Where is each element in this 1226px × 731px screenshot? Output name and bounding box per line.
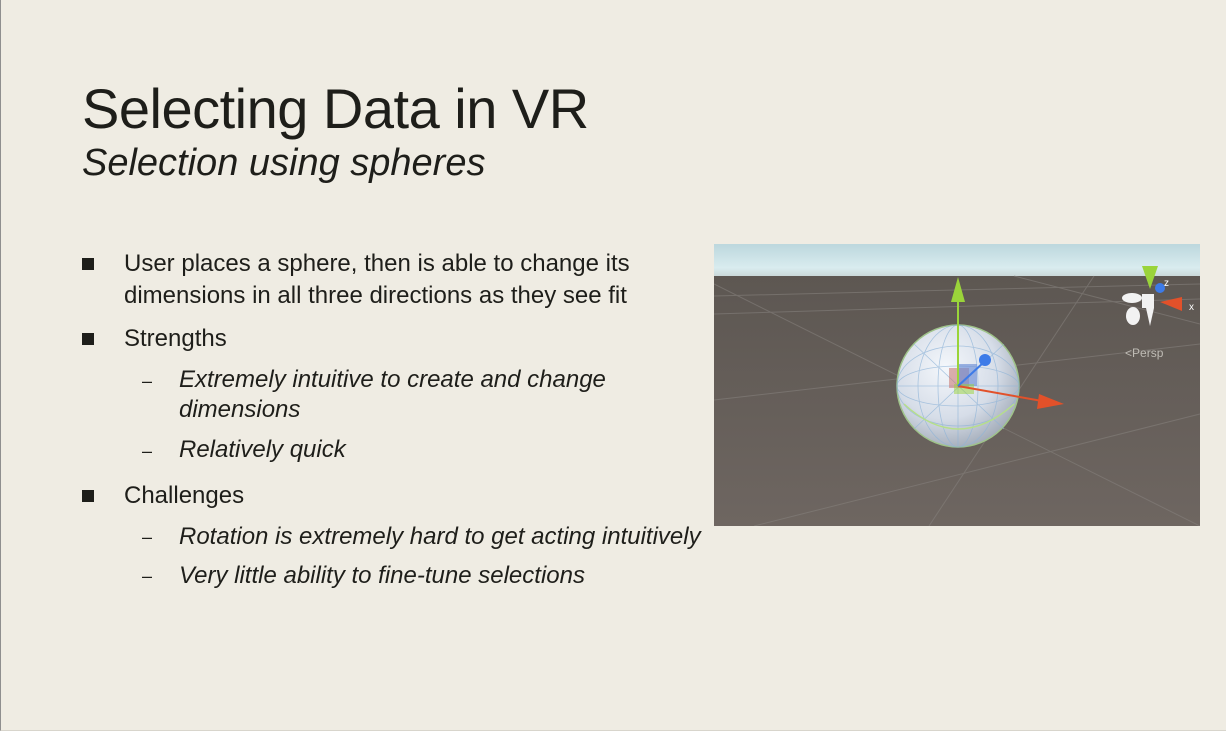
sub-bullet-text: Rotation is extremely hard to get acting…	[179, 523, 701, 550]
projection-text: Persp	[1132, 346, 1164, 360]
slide-title: Selecting Data in VR	[82, 77, 589, 140]
bullet-square-icon	[82, 490, 94, 502]
bullet-square-icon	[82, 258, 94, 270]
svg-text:z: z	[1164, 278, 1169, 289]
sub-bullet-dash: –	[142, 371, 153, 391]
bullet-text-challenges: Challenges	[124, 482, 245, 509]
sub-bullet-dash: –	[142, 566, 153, 586]
sub-bullet-line: dimensions	[179, 396, 301, 423]
svg-text:x: x	[1189, 302, 1194, 313]
sub-bullet-text: Relatively quick	[179, 436, 346, 463]
sky	[714, 244, 1200, 278]
scene-view-image: z x	[714, 244, 1200, 526]
bullet-text-strengths: Strengths	[124, 325, 227, 352]
slide-subtitle: Selection using spheres	[82, 142, 486, 184]
sub-bullet-dash: –	[142, 441, 153, 461]
sub-bullet-dash: –	[142, 527, 153, 547]
bullet-square-icon	[82, 333, 94, 345]
slide: Selecting Data in VR Selection using sph…	[0, 0, 1226, 731]
bullet-text-1: User places a sphere, then is able to ch…	[124, 248, 630, 312]
bullet-line: dimensions in all three directions as th…	[124, 282, 627, 309]
sub-bullet-text: Extremely intuitive to create and change…	[179, 365, 606, 425]
bullet-line: User places a sphere, then is able to ch…	[124, 250, 630, 277]
projection-label[interactable]: <Persp	[1125, 346, 1163, 360]
sub-bullet-text: Very little ability to fine-tune selecti…	[179, 562, 585, 589]
sub-bullet-line: Extremely intuitive to create and change	[179, 366, 606, 393]
back-arrow-icon: <	[1125, 346, 1133, 360]
z-axis-handle-icon	[979, 354, 991, 366]
